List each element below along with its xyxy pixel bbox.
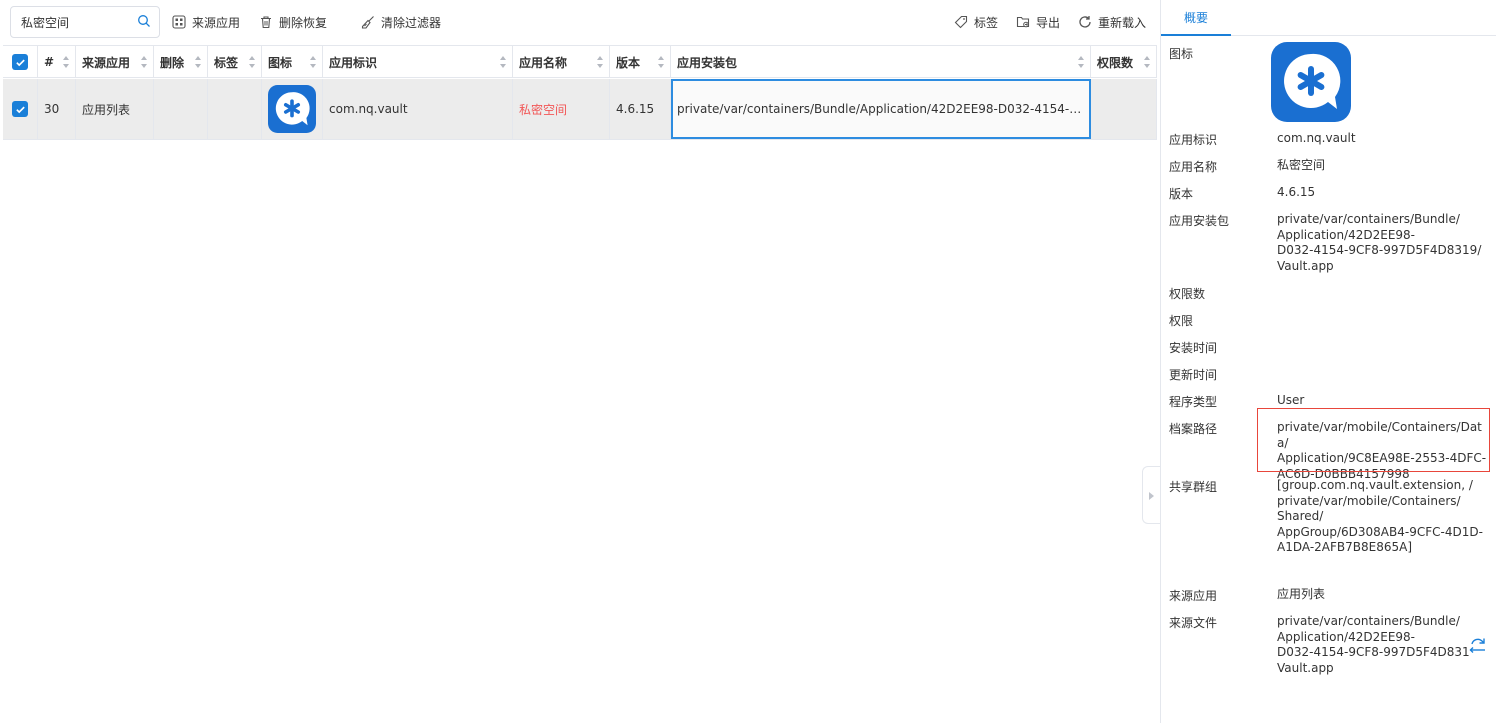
shared-group-value: [group.com.nq.vault.extension, / private… (1277, 478, 1483, 554)
version-value: 4.6.15 (1277, 185, 1316, 199)
tag-button[interactable]: 标签 (954, 12, 998, 32)
source-app-value: 应用列表 (1277, 587, 1326, 601)
select-all-cell (3, 46, 38, 78)
archive-path-highlight-box (1257, 408, 1490, 472)
bundle-id-value: com.nq.vault (1277, 131, 1356, 145)
sync-icon[interactable] (1468, 636, 1488, 654)
panel-tabs: 概要 (1161, 0, 1496, 36)
export-button[interactable]: 导出 (1016, 12, 1060, 32)
cell-deleted[interactable] (154, 79, 208, 139)
row-checkbox[interactable] (12, 101, 28, 117)
archive-path-label: 档案路径 (1169, 422, 1218, 436)
grid-icon (172, 15, 186, 29)
program-type-value: User (1277, 393, 1305, 407)
export-button-label: 导出 (1036, 15, 1061, 30)
delete-restore-button[interactable]: 删除恢复 (259, 12, 327, 32)
clear-filter-button-label: 清除过滤器 (381, 15, 442, 30)
cell-version[interactable]: 4.6.15 (610, 79, 671, 139)
cell-tag[interactable] (208, 79, 262, 139)
source-file-value: private/var/containers/Bundle/ Applicati… (1277, 614, 1470, 675)
table-header: # 来源应用 删除 标签 图标 应用标识 应用名称 版本 应用安装包 权限数 (3, 45, 1157, 78)
cell-bundle-id[interactable]: com.nq.vault (323, 79, 513, 139)
column-header-icon[interactable]: 图标 (262, 46, 323, 78)
sort-icon[interactable] (195, 56, 202, 68)
sort-icon[interactable] (310, 56, 317, 68)
install-time-label: 安装时间 (1169, 341, 1218, 355)
vault-app-icon (268, 85, 316, 133)
checkmark-icon (15, 59, 25, 66)
sort-icon[interactable] (63, 56, 70, 68)
column-header-permission-count[interactable]: 权限数 (1091, 46, 1157, 78)
delete-restore-button-label: 删除恢复 (279, 15, 328, 30)
tag-icon (954, 15, 968, 29)
source-file-label: 来源文件 (1169, 616, 1218, 630)
cell-install-package-text: private/var/containers/Bundle/Applicatio… (677, 102, 1087, 116)
source-app-button-label: 来源应用 (192, 15, 241, 30)
cell-source-app[interactable]: 应用列表 (76, 79, 154, 139)
sort-icon[interactable] (141, 56, 148, 68)
install-package-value: private/var/containers/Bundle/ Applicati… (1277, 212, 1482, 273)
sort-icon[interactable] (500, 56, 507, 68)
app-name-value: 私密空间 (1277, 158, 1326, 172)
search-icon[interactable] (137, 14, 151, 28)
row-select-cell (3, 79, 38, 139)
broom-icon (361, 16, 374, 29)
toolbar: 来源应用 删除恢复 清除过滤器 标签 (0, 0, 1160, 44)
sort-icon[interactable] (658, 56, 665, 68)
cell-install-package[interactable]: private/var/containers/Bundle/Applicatio… (671, 79, 1091, 139)
shared-group-label: 共享群组 (1169, 480, 1218, 494)
sort-icon[interactable] (249, 56, 256, 68)
column-header-index[interactable]: # (38, 46, 76, 78)
tag-button-label: 标签 (974, 15, 999, 30)
install-package-label: 应用安装包 (1169, 214, 1230, 228)
column-header-source-app[interactable]: 来源应用 (76, 46, 154, 78)
cell-permission-count[interactable] (1091, 79, 1157, 139)
detail-panel: 概要 图标 应用标识 com.nq.vault 应用名称 私密空间 版本 4.6… (1160, 0, 1496, 723)
version-label: 版本 (1169, 187, 1194, 201)
update-time-label: 更新时间 (1169, 368, 1218, 382)
table-row[interactable]: 30 应用列表 com.nq.vault 私密空间 4.6.15 private… (3, 79, 1157, 140)
reload-button[interactable]: 重新载入 (1078, 12, 1146, 32)
panel-collapse-handle[interactable] (1142, 466, 1160, 524)
checkmark-icon (15, 106, 25, 113)
reload-button-label: 重新载入 (1098, 15, 1147, 30)
clear-filter-button[interactable]: 清除过滤器 (361, 12, 441, 32)
icon-label: 图标 (1169, 47, 1194, 61)
reload-icon (1079, 16, 1091, 28)
sort-icon[interactable] (1078, 56, 1085, 68)
permission-count-label: 权限数 (1169, 287, 1206, 301)
app-window: 来源应用 删除恢复 清除过滤器 标签 (0, 0, 1496, 723)
bundle-id-label: 应用标识 (1169, 133, 1218, 147)
source-app-label: 来源应用 (1169, 589, 1218, 603)
column-header-tag[interactable]: 标签 (208, 46, 262, 78)
sort-icon[interactable] (1144, 56, 1151, 68)
select-all-checkbox[interactable] (12, 54, 28, 70)
search-box[interactable] (10, 6, 160, 38)
cell-index[interactable]: 30 (38, 79, 76, 139)
source-app-button[interactable]: 来源应用 (172, 12, 240, 32)
column-header-bundle-id[interactable]: 应用标识 (323, 46, 513, 78)
cell-icon[interactable] (262, 79, 323, 139)
column-header-version[interactable]: 版本 (610, 46, 671, 78)
program-type-label: 程序类型 (1169, 395, 1218, 409)
cell-app-name[interactable]: 私密空间 (513, 79, 610, 139)
column-header-install-package[interactable]: 应用安装包 (671, 46, 1091, 78)
trash-icon (261, 16, 271, 29)
vault-app-icon (1271, 42, 1351, 122)
column-header-app-name[interactable]: 应用名称 (513, 46, 610, 78)
export-icon (1016, 16, 1030, 28)
column-header-deleted[interactable]: 删除 (154, 46, 208, 78)
permission-label: 权限 (1169, 314, 1194, 328)
app-name-label: 应用名称 (1169, 160, 1218, 174)
sort-icon[interactable] (597, 56, 604, 68)
search-input[interactable] (11, 7, 133, 37)
tab-summary[interactable]: 概要 (1161, 0, 1231, 36)
